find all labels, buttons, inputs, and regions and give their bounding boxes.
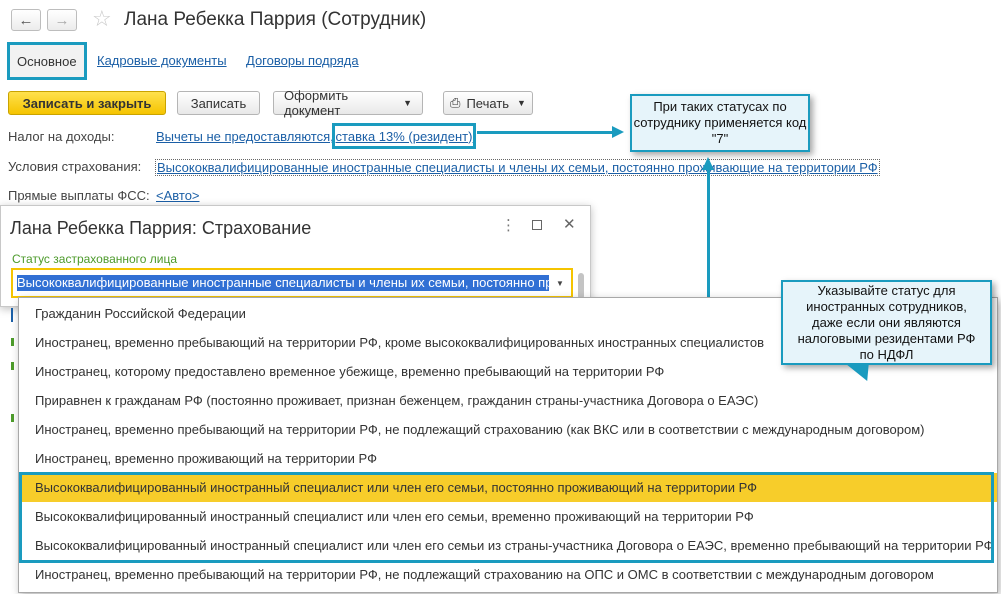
vks-items-highlight (19, 472, 994, 563)
list-item[interactable]: Иностранец, временно пребывающий на терр… (19, 415, 997, 444)
more-icon[interactable]: ⋮ (501, 216, 516, 234)
arrow-head-icon (612, 126, 624, 138)
tax-label: Налог на доходы: (8, 129, 115, 144)
save-and-close-button[interactable]: Записать и закрыть (8, 91, 166, 115)
list-item[interactable]: Приравнен к гражданам РФ (постоянно прож… (19, 386, 997, 415)
hidden-label-fragment (11, 362, 14, 370)
status-select-value: Высококвалифицированные иностранные спец… (17, 275, 549, 291)
create-document-label: Оформить документ (284, 88, 349, 118)
status-label: Статус застрахованного лица (12, 252, 178, 266)
fss-link[interactable]: <Авто> (156, 188, 200, 203)
printer-icon: ⎙ (450, 95, 461, 110)
maximize-icon[interactable] (532, 220, 542, 230)
tax-deductions-link[interactable]: Вычеты не предоставляются, (156, 129, 334, 144)
back-button[interactable]: ← (11, 9, 41, 31)
status-code-callout: При таких статусах по сотруднику применя… (630, 94, 810, 152)
arrow-line (477, 131, 614, 134)
list-item[interactable]: Иностранец, временно пребывающий на терр… (19, 560, 997, 589)
dropdown-arrow-icon: ▼ (517, 98, 526, 108)
arrow-up-icon (702, 157, 714, 170)
hidden-link-fragment (11, 310, 13, 322)
save-button[interactable]: Записать (177, 91, 260, 115)
tax-rate-link[interactable]: ставка 13% (резидент) (336, 129, 473, 144)
tax-rate-highlight: ставка 13% (резидент) (332, 123, 476, 149)
close-icon[interactable]: ✕ (563, 215, 576, 233)
status-select[interactable]: Высококвалифицированные иностранные спец… (11, 268, 573, 298)
arrow-right-icon: → (54, 11, 70, 29)
tab-personnel-documents[interactable]: Кадровые документы (97, 53, 227, 68)
forward-button[interactable]: → (47, 9, 77, 31)
print-label: Печать (466, 95, 510, 111)
page-title: Лана Ребекка Паррия (Сотрудник) (124, 9, 427, 30)
dialog-scrollbar[interactable] (578, 273, 584, 299)
arrow-left-icon: ← (18, 11, 34, 29)
chevron-down-icon[interactable]: ▼ (551, 273, 569, 293)
tab-main[interactable]: Основное (7, 42, 87, 80)
dropdown-arrow-icon: ▼ (403, 98, 412, 108)
hidden-label-fragment (11, 338, 14, 346)
star-icon[interactable]: ☆ (92, 6, 112, 32)
fss-label: Прямые выплаты ФСС: (8, 188, 150, 203)
create-document-button[interactable]: Оформить документ ▼ (273, 88, 423, 118)
hidden-label-fragment (11, 414, 14, 422)
tab-contracts[interactable]: Договоры подряда (246, 53, 359, 68)
print-button[interactable]: ⎙ Печать ▼ (443, 91, 533, 115)
list-item[interactable]: Иностранец, временно проживающий на терр… (19, 444, 997, 473)
dialog-title: Лана Ребекка Паррия: Страхование (10, 218, 312, 238)
insurance-dialog: Лана Ребекка Паррия: Страхование ⋮ ✕ Ста… (0, 205, 591, 318)
foreign-status-callout: Указывайте статус для иностранных сотруд… (781, 280, 992, 365)
insurance-label: Условия страхования: (8, 159, 142, 174)
insurance-conditions-link[interactable]: Высококвалифицированные иностранные спец… (155, 159, 880, 176)
